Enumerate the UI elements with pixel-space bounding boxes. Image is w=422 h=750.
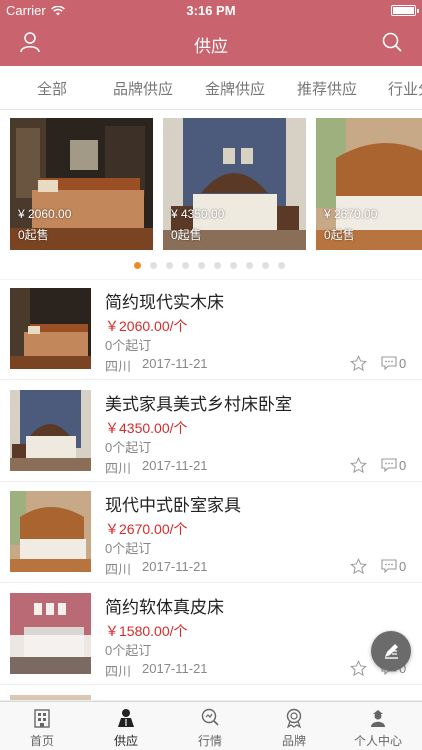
product-list-item[interactable]: 现代中式卧室家具 ￥2670.00/个 0个起订四川 2017-11-21 0 (0, 483, 422, 583)
nav-profile-label: 个人中心 (353, 734, 402, 748)
product-moq: 0个起订 (105, 338, 152, 353)
slide-price: ¥ 2060.00 (18, 207, 72, 221)
product-date: 2017-11-21 (142, 458, 208, 473)
comment-icon[interactable] (381, 458, 397, 472)
product-price: ￥4350.00/个 (105, 420, 188, 436)
home-icon (34, 709, 50, 728)
product-name: 现代中式卧室家具 (105, 496, 241, 515)
market-icon (201, 708, 219, 726)
nav-home[interactable]: 首页 (0, 702, 84, 750)
favorite-star-icon[interactable] (350, 355, 367, 372)
carousel-dot[interactable] (182, 262, 189, 269)
product-thumbnail (10, 491, 91, 572)
comment-count: 0 (399, 559, 407, 574)
slide-moq: 0起售 (324, 228, 355, 242)
tab-recommended-supply[interactable]: 推荐供应 (297, 78, 357, 99)
product-thumbnail (10, 288, 91, 369)
favorite-star-icon[interactable] (350, 660, 367, 677)
nav-brand[interactable]: 品牌 (252, 702, 336, 750)
supply-icon (118, 709, 134, 727)
product-region: 四川 (105, 562, 132, 577)
comment-icon[interactable] (381, 559, 397, 573)
comment-count: 0 (399, 458, 407, 473)
nav-header: 供应 (0, 20, 422, 66)
product-moq: 0个起订 (105, 440, 152, 455)
edit-icon (385, 644, 398, 659)
nav-market-label: 行情 (197, 734, 222, 748)
profile-icon (371, 710, 385, 727)
nav-supply[interactable]: 供应 (84, 702, 168, 750)
favorite-star-icon[interactable] (350, 558, 367, 575)
product-moq: 0个起订 (105, 643, 152, 658)
tab-bar: 首页 供应 行情 品牌 个人中心 (0, 701, 422, 750)
carousel-dot[interactable] (166, 262, 173, 269)
slide-moq: 0起售 (18, 228, 49, 242)
nav-profile[interactable]: 个人中心 (336, 702, 420, 750)
product-region: 四川 (105, 664, 132, 679)
carousel-dot[interactable] (246, 262, 253, 269)
search-icon[interactable] (380, 30, 404, 54)
featured-carousel[interactable]: ¥ 2060.00 0起售 ¥ 4350.00 0起售 ¥ 2670.00 0起… (10, 118, 422, 250)
slide-price: ¥ 4350.00 (171, 207, 225, 221)
tab-industry[interactable]: 行业分 (388, 78, 422, 99)
carousel-dot[interactable] (230, 262, 237, 269)
product-name: 简约现代实木床 (105, 293, 224, 312)
status-time: 3:16 PM (186, 3, 236, 18)
publish-button[interactable] (371, 631, 411, 671)
tab-gold-supply[interactable]: 金牌供应 (205, 78, 265, 99)
carousel-dot[interactable] (278, 262, 285, 269)
product-region: 四川 (105, 359, 132, 374)
carousel-slide[interactable]: ¥ 2060.00 0起售 (10, 118, 153, 250)
product-date: 2017-11-21 (142, 356, 208, 371)
comment-count: 0 (399, 356, 407, 371)
product-name: 美式家具美式乡村床卧室 (105, 395, 292, 414)
product-region: 四川 (105, 461, 132, 476)
battery-icon (391, 5, 419, 16)
carousel-dot[interactable] (150, 262, 157, 269)
product-thumbnail (10, 593, 91, 674)
product-thumbnail (10, 390, 91, 471)
tab-brand-supply[interactable]: 品牌供应 (113, 78, 173, 99)
status-bar: Carrier 3:16 PM (0, 0, 422, 20)
product-moq: 0个起订 (105, 541, 152, 556)
carousel-dot[interactable] (262, 262, 269, 269)
carousel-dot[interactable] (134, 262, 141, 269)
comment-icon[interactable] (381, 356, 397, 370)
slide-price: ¥ 2670.00 (324, 207, 378, 221)
carousel-slide[interactable]: ¥ 2670.00 0起售 (316, 118, 422, 250)
favorite-star-icon[interactable] (350, 457, 367, 474)
category-tabs: 全部 品牌供应 金牌供应 推荐供应 行业分 (0, 66, 422, 110)
nav-brand-label: 品牌 (281, 734, 306, 748)
product-price: ￥2670.00/个 (105, 521, 188, 537)
product-price: ￥2060.00/个 (105, 318, 188, 334)
top-bar: Carrier 3:16 PM 供应 (0, 0, 422, 66)
carousel-pagination[interactable] (134, 262, 285, 269)
nav-home-label: 首页 (29, 734, 54, 748)
nav-market[interactable]: 行情 (168, 702, 252, 750)
tab-all[interactable]: 全部 (37, 78, 67, 99)
product-price: ￥1580.00/个 (105, 623, 188, 639)
product-list-item[interactable]: 简约现代实木床 ￥2060.00/个 0个起订四川 2017-11-21 0 (0, 280, 422, 380)
product-list-item-partial[interactable] (0, 687, 422, 701)
carousel-dot[interactable] (198, 262, 205, 269)
page-title: 供应 (194, 37, 228, 56)
product-list-item[interactable]: 简约软体真皮床 ￥1580.00/个 0个起订 四川 2017-11-21 0 (0, 585, 422, 685)
product-date: 2017-11-21 (142, 661, 208, 676)
carousel-slide[interactable]: ¥ 4350.00 0起售 (163, 118, 306, 250)
product-list-item[interactable]: 美式家具美式乡村床卧室 ￥4350.00/个 0个起订四川 2017-11-21 0 (0, 382, 422, 482)
product-date: 2017-11-21 (142, 559, 208, 574)
carousel-dot[interactable] (214, 262, 221, 269)
brand-icon (286, 708, 302, 728)
product-name: 简约软体真皮床 (105, 598, 224, 617)
slide-moq: 0起售 (171, 228, 202, 242)
nav-supply-label: 供应 (113, 734, 138, 748)
